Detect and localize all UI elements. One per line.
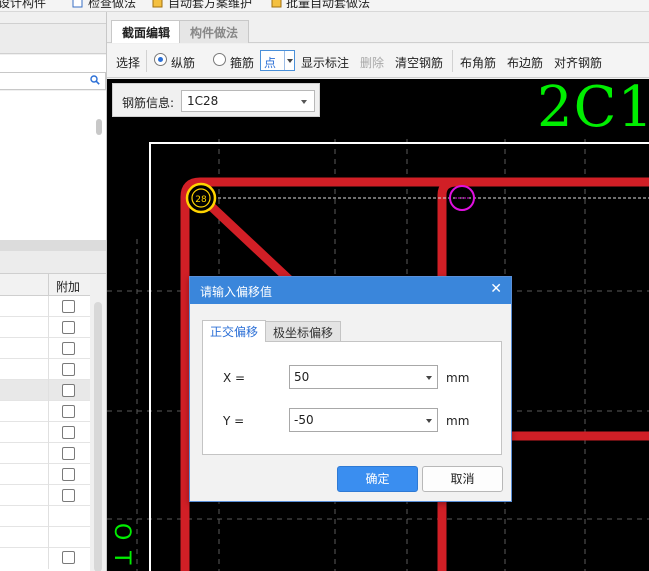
attach-checkbox[interactable] (62, 426, 75, 439)
toolbar-item-design[interactable]: 设计构件 (0, 0, 46, 11)
section-toolbar: 选择 纵筋 箍筋 点 显示标注 删除 清空钢筋 布角筋 布边筋 对齐钢筋 (107, 44, 649, 78)
table-row[interactable] (0, 317, 90, 338)
svg-text:T: T (109, 550, 134, 565)
select-button[interactable]: 选择 (116, 54, 140, 71)
corner-rebar-button[interactable]: 布角筋 (460, 54, 496, 71)
properties-header (0, 251, 106, 274)
stirrup-radio[interactable] (213, 53, 226, 66)
tab-section-edit[interactable]: 截面编辑 (111, 20, 182, 43)
delete-button[interactable]: 删除 (360, 54, 384, 71)
x-unit: mm (446, 371, 470, 385)
toolbar-item-auto-scheme[interactable]: 自动套方案维护 (168, 0, 252, 11)
stirrup-label[interactable]: 箍筋 (230, 54, 254, 71)
table-row[interactable] (0, 548, 90, 569)
rebar-info-label: 钢筋信息: (122, 96, 175, 110)
table-row[interactable] (0, 485, 90, 506)
rebar-info-value: 1C28 (187, 94, 219, 108)
tab-polar-offset[interactable]: 极坐标偏移 (265, 321, 342, 342)
rebar-annotation: 2C18 (537, 79, 649, 140)
left-panel-header (0, 23, 106, 54)
search-icon[interactable] (90, 75, 100, 85)
tab-component-method[interactable]: 构件做法 (179, 20, 250, 43)
y-label: Y = (223, 414, 245, 428)
tab-orthogonal-offset[interactable]: 正交偏移 (202, 320, 267, 342)
point-mode-value: 点 (264, 56, 277, 70)
left-panel: 附加 (0, 12, 107, 571)
chevron-down-icon[interactable] (284, 51, 294, 70)
rebar-info-select[interactable]: 1C28 (181, 90, 315, 112)
attach-checkbox[interactable] (62, 468, 75, 481)
offset-dialog: 请输入偏移值 ✕ 正交偏移 极坐标偏移 X = 50 mm Y = -50 mm… (189, 276, 512, 502)
table-row[interactable] (0, 296, 90, 317)
check-icon (72, 0, 83, 8)
table-row[interactable] (0, 380, 90, 401)
toolbar-item-batch[interactable]: 批量自动套做法 (286, 0, 370, 11)
table-row[interactable] (0, 338, 90, 359)
chevron-down-icon[interactable] (301, 100, 307, 104)
y-unit: mm (446, 414, 470, 428)
chevron-down-icon[interactable] (426, 419, 432, 423)
list-scrollbar[interactable] (96, 119, 102, 135)
ok-button[interactable]: 确定 (337, 466, 418, 492)
table-row[interactable] (0, 359, 90, 380)
show-annotation-button[interactable]: 显示标注 (301, 54, 349, 71)
table-row[interactable] (0, 527, 90, 548)
y-offset-value: -50 (294, 413, 314, 427)
top-toolbar: 设计构件 检查做法 自动套方案维护 批量自动套做法 (0, 0, 649, 12)
attach-checkbox[interactable] (62, 489, 75, 502)
clear-rebar-button[interactable]: 清空钢筋 (395, 54, 443, 71)
auto-scheme-icon (152, 0, 163, 8)
x-label: X = (223, 371, 246, 385)
longitudinal-label[interactable]: 纵筋 (171, 54, 195, 71)
edge-rebar-button[interactable]: 布边筋 (507, 54, 543, 71)
chevron-down-icon[interactable] (426, 376, 432, 380)
x-offset-value: 50 (294, 370, 310, 384)
dialog-titlebar[interactable]: 请输入偏移值 ✕ (190, 277, 511, 304)
attach-checkbox[interactable] (62, 363, 75, 376)
attach-checkbox[interactable] (62, 551, 75, 564)
attach-checkbox[interactable] (62, 342, 75, 355)
close-icon[interactable]: ✕ (490, 282, 502, 296)
table-row[interactable] (0, 422, 90, 443)
attach-checkbox[interactable] (62, 405, 75, 418)
cancel-button[interactable]: 取消 (422, 466, 503, 492)
table-header: 附加 (0, 274, 90, 296)
table-row[interactable] (0, 464, 90, 485)
component-list[interactable] (0, 91, 106, 248)
x-offset-field[interactable]: 50 (289, 365, 438, 389)
rebar-info-panel: 钢筋信息: 1C28 (112, 83, 320, 117)
table-row[interactable] (0, 506, 90, 527)
table-row[interactable] (0, 401, 90, 422)
attach-checkbox[interactable] (62, 447, 75, 460)
longitudinal-radio[interactable] (154, 53, 167, 66)
batch-icon (271, 0, 282, 8)
offset-panel: X = 50 mm Y = -50 mm (202, 341, 502, 455)
toolbar-item-check[interactable]: 检查做法 (88, 0, 136, 11)
editor-tabs: 截面编辑 构件做法 (107, 12, 649, 43)
column-header-attach: 附加 (56, 280, 81, 294)
table-row[interactable] (0, 443, 90, 464)
attach-checkbox[interactable] (62, 384, 75, 397)
align-rebar-button[interactable]: 对齐钢筋 (554, 54, 602, 71)
svg-text:O: O (109, 523, 134, 540)
attach-checkbox[interactable] (62, 300, 75, 313)
dialog-title: 请输入偏移值 (200, 285, 273, 299)
y-offset-field[interactable]: -50 (289, 408, 438, 432)
properties-table: 附加 (0, 274, 90, 571)
corner-bar-label: 28 (195, 195, 207, 205)
panel-splitter[interactable] (0, 240, 106, 251)
attach-checkbox[interactable] (62, 321, 75, 334)
search-input[interactable] (0, 72, 106, 90)
table-scrollbar[interactable] (94, 302, 102, 571)
point-mode-select[interactable]: 点 (260, 50, 295, 71)
